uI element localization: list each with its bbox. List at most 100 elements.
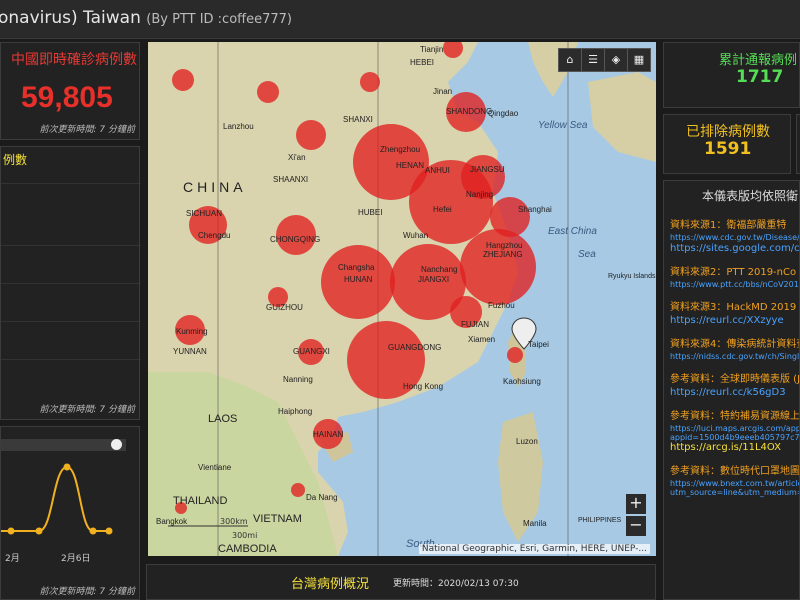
update-note: 前次更新時間: 7 分鐘前 bbox=[39, 125, 135, 135]
source-link[interactable]: https://luci.maps.arcgis.com/apps/li bbox=[670, 424, 799, 433]
source-link[interactable]: https://reurl.cc/k56gD3 bbox=[670, 387, 799, 398]
layers-icon[interactable]: ◈ bbox=[604, 48, 628, 72]
label-sichuan: SICHUAN bbox=[186, 209, 222, 218]
source-item-4: 資料來源4：傳染病統計資料查 https://nidss.cdc.gov.tw/… bbox=[664, 335, 799, 361]
label-hefei: Hefei bbox=[433, 205, 452, 214]
label-bangkok: Bangkok bbox=[156, 517, 188, 526]
label-vientiane: Vientiane bbox=[198, 463, 232, 472]
label-nanchang: Nanchang bbox=[421, 265, 457, 274]
source-link[interactable]: https://nidss.cdc.gov.tw/ch/SingleDis bbox=[670, 352, 799, 361]
source-label: 參考資料：特約補易資源線上資 bbox=[670, 411, 800, 422]
source-link[interactable]: appid=1500d4b9eeeb405797c79f6 bbox=[670, 433, 799, 442]
label-guangdong: GUANGDONG bbox=[388, 343, 441, 352]
source-item-5: 參考資料：全球即時儀表版 (Jo https://reurl.cc/k56gD3 bbox=[664, 370, 799, 398]
update-time: 更新時間：2020/02/13 07:30 bbox=[393, 579, 519, 589]
label-thailand: THAILAND bbox=[173, 495, 227, 507]
map-canvas: 300km 300mi CHINA SHAANXI SHANXI HEBEI H… bbox=[148, 42, 656, 556]
source-label: 參考資料：全球即時儀表版 (Jo bbox=[670, 374, 800, 385]
label-fuzhou: Fuzhou bbox=[488, 301, 515, 310]
label-philippines: PHILIPPINES bbox=[578, 517, 622, 524]
zoom-out-button[interactable]: − bbox=[626, 516, 646, 536]
label-hong-kong: Hong Kong bbox=[403, 382, 443, 391]
scale-label: 300km bbox=[220, 517, 248, 526]
home-icon[interactable]: ⌂ bbox=[558, 48, 582, 72]
label-qingdao: Qingdao bbox=[488, 109, 519, 118]
reported-cases-panel: 累計通報病例 1717 bbox=[663, 42, 800, 108]
trend-point[interactable] bbox=[63, 463, 71, 471]
label-shandong: SHANDONG bbox=[446, 107, 492, 116]
label-guangxi: GUANGXI bbox=[293, 347, 330, 356]
reported-cases-value: 1717 bbox=[736, 67, 784, 87]
label-laos: LAOS bbox=[208, 413, 237, 425]
trend-chart bbox=[1, 463, 113, 535]
taiwan-overview-title: 台灣病例概況 bbox=[291, 577, 370, 592]
case-map[interactable]: 300km 300mi CHINA SHAANXI SHANXI HEBEI H… bbox=[148, 42, 656, 556]
zoom-in-button[interactable]: + bbox=[626, 494, 646, 514]
basemap-icon[interactable]: ▦ bbox=[627, 48, 651, 72]
label-cambodia: CAMBODIA bbox=[218, 543, 277, 555]
trend-line bbox=[1, 465, 109, 532]
label-shanghai: Shanghai bbox=[518, 205, 552, 214]
source-item-3: 資料來源3：HackMD 2019 https://reurl.cc/XXzyy… bbox=[664, 298, 799, 326]
label-shaanxi: SHAANXI bbox=[273, 175, 308, 184]
source-item-6: 參考資料：特約補易資源線上資 https://luci.maps.arcgis.… bbox=[664, 407, 799, 453]
update-note-2: 前次更新時間: 7 分鐘前 bbox=[39, 405, 135, 415]
label-jiangsu: JIANGSU bbox=[470, 165, 505, 174]
source-link[interactable]: utm_source=line&utm_medium=me bbox=[670, 488, 799, 497]
label-kunming: Kunming bbox=[176, 327, 208, 336]
label-hangzhou: Hangzhou bbox=[486, 241, 522, 250]
label-ryukyu: Ryukyu Islands bbox=[608, 273, 656, 280]
taiwan-overview-panel: 台灣病例概況 更新時間：2020/02/13 07:30 bbox=[146, 564, 656, 600]
label-east-china: East China bbox=[548, 226, 597, 237]
sources-heading: 本儀表版均依照衛 bbox=[702, 189, 799, 203]
cases-list-title: 例數 bbox=[3, 153, 28, 167]
china-confirmed-panel: 中國即時確診病例數 59,805 前次更新時間: 7 分鐘前 bbox=[0, 42, 140, 140]
chart-slider-handle[interactable] bbox=[111, 439, 122, 450]
source-link[interactable]: https://www.ptt.cc/bbs/nCoV201 bbox=[670, 280, 799, 289]
label-manila: Manila bbox=[523, 519, 547, 528]
label-changsha: Changsha bbox=[338, 263, 375, 272]
label-shanxi: SHANXI bbox=[343, 115, 373, 124]
label-zhejiang: ZHEJIANG bbox=[483, 250, 523, 259]
source-item-1: 資料來源1：衛福部嚴重特 https://www.cdc.gov.tw/Dise… bbox=[664, 216, 799, 254]
label-yunnan: YUNNAN bbox=[173, 347, 207, 356]
reported-cases-title: 累計通報病例 bbox=[719, 53, 798, 68]
label-guizhou: GUIZHOU bbox=[266, 303, 303, 312]
source-item-2: 資料來源2：PTT 2019-nCo https://www.ptt.cc/bb… bbox=[664, 263, 799, 289]
excluded-cases-title: 已排除病例數 bbox=[686, 124, 770, 140]
cases-list-panel: 例數 前次更新時間: 7 分鐘前 bbox=[0, 146, 141, 420]
source-link[interactable]: https://www.cdc.gov.tw/Disease/ bbox=[670, 233, 799, 242]
source-link[interactable]: https://arcg.is/11L4OX bbox=[670, 442, 799, 453]
source-link[interactable]: https://sites.google.com/cdc bbox=[670, 243, 799, 254]
trend-point[interactable] bbox=[35, 527, 43, 535]
label-da-nang: Da Nang bbox=[306, 493, 338, 502]
source-label: 參考資料：數位時代口罩地圖站 bbox=[670, 466, 800, 477]
label-sea: Sea bbox=[578, 249, 596, 260]
source-link[interactable]: https://reurl.cc/XXzyye bbox=[670, 315, 799, 326]
label-yellow-sea: Yellow Sea bbox=[538, 120, 588, 131]
label-jiangxi: JIANGXI bbox=[418, 275, 449, 284]
label-anhui: ANHUI bbox=[425, 166, 450, 175]
source-link[interactable]: https://www.bnext.com.tw/article/56 bbox=[670, 479, 799, 488]
label-lanzhou: Lanzhou bbox=[223, 122, 254, 131]
side-panel-edge bbox=[796, 114, 800, 174]
excluded-cases-panel: 已排除病例數 1591 bbox=[663, 114, 791, 174]
label-chongqing: CHONGQING bbox=[270, 235, 320, 244]
label-henan: HENAN bbox=[396, 161, 424, 170]
trend-point[interactable] bbox=[7, 527, 15, 535]
map-attribution: National Geographic, Esri, Garmin, HERE,… bbox=[418, 544, 650, 554]
label-wuhan: Wuhan bbox=[403, 231, 428, 240]
source-label: 資料來源3：HackMD 2019 bbox=[670, 302, 797, 313]
label-nanning: Nanning bbox=[283, 375, 313, 384]
label-tianjin: Tianjin bbox=[420, 45, 443, 54]
scale-label-2: 300mi bbox=[232, 531, 257, 540]
label-taipei: Taipei bbox=[528, 340, 549, 349]
label-hubei: HUBEI bbox=[358, 208, 382, 217]
label-kaohsiung: Kaohsiung bbox=[503, 377, 541, 386]
label-hunan: HUNAN bbox=[344, 275, 373, 284]
label-nanjing: Nanjing bbox=[466, 190, 493, 199]
china-confirmed-value: 59,805 bbox=[21, 81, 113, 114]
list-icon[interactable]: ☰ bbox=[581, 48, 605, 72]
trend-point[interactable] bbox=[105, 527, 113, 535]
trend-point[interactable] bbox=[89, 527, 97, 535]
